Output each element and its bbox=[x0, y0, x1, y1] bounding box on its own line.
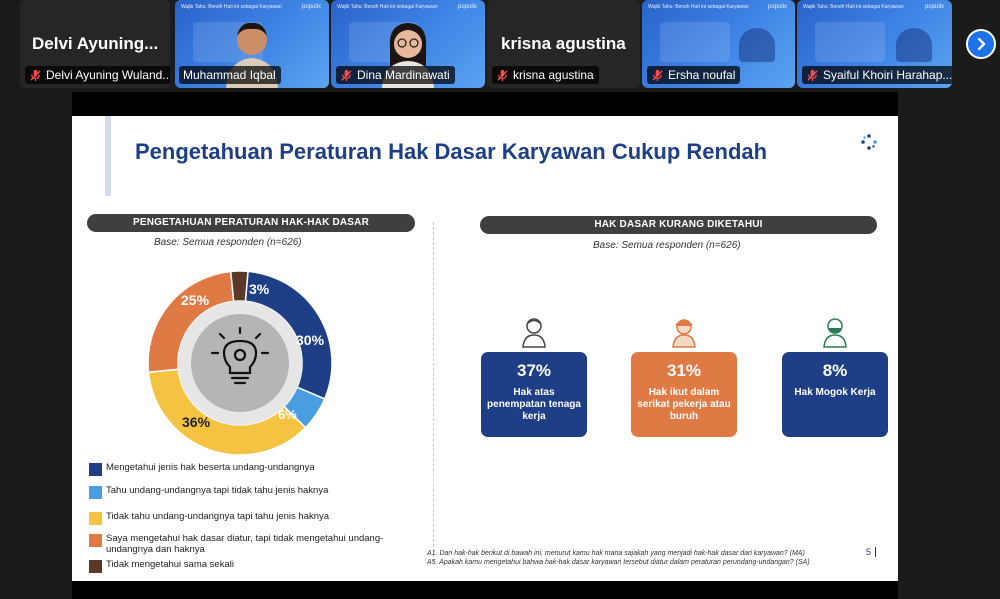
mic-muted-icon bbox=[807, 69, 818, 81]
legend-item: Mengetahui jenis hak beserta undang-unda… bbox=[89, 462, 315, 476]
participant-label-text: krisna agustina bbox=[513, 68, 594, 82]
legend-label: Mengetahui jenis hak beserta undang-unda… bbox=[106, 462, 315, 473]
thumb-decoration bbox=[739, 28, 775, 62]
participant-tile-4[interactable]: Wajib Tahu: Bersih Hati ini sebagai Kary… bbox=[642, 0, 795, 88]
legend-swatch bbox=[89, 486, 102, 499]
slice-label-tahu-uu: 6% bbox=[278, 407, 297, 422]
participant-label-text: Dina Mardinawati bbox=[357, 68, 450, 82]
participant-label: Delvi Ayuning Wuland... bbox=[25, 66, 170, 84]
thumb-header: Wajib Tahu: Bersih Hati ini sebagai Kary… bbox=[337, 4, 438, 10]
participant-tile-1[interactable]: Wajib Tahu: Bersih Hati ini sebagai Kary… bbox=[175, 0, 329, 88]
legend-item: Saya mengetahui hak dasar diatur, tapi t… bbox=[89, 533, 389, 555]
stat-card: 8% Hak Mogok Kerja bbox=[782, 352, 888, 437]
stat-card-label: Hak ikut dalam serikat pekerja atau buru… bbox=[637, 387, 731, 422]
participant-label-text: Muhammad Iqbal bbox=[183, 68, 276, 82]
legend-item: Tahu undang-undangnya tapi tidak tahu je… bbox=[89, 485, 328, 499]
base-note-right: Base: Semua responden (n=626) bbox=[593, 240, 741, 251]
thumb-brand: populix bbox=[767, 4, 787, 10]
person-worker-icon bbox=[672, 319, 696, 348]
person-icon bbox=[522, 318, 546, 348]
slice-label-tidak-tahu-uu: 36% bbox=[182, 414, 211, 430]
stat-card: 31% Hak ikut dalam serikat pekerja atau … bbox=[631, 352, 737, 437]
participant-label-text: Syaiful Khoiri Harahap... bbox=[823, 68, 952, 82]
stat-card-value: 37% bbox=[516, 361, 552, 380]
thumb-header: Wajib Tahu: Bersih Hati ini sebagai Kary… bbox=[648, 4, 749, 10]
participant-tile-5[interactable]: Wajib Tahu: Bersih Hati ini sebagai Kary… bbox=[797, 0, 952, 88]
stat-card-value: 31% bbox=[666, 361, 702, 380]
base-note-left: Base: Semua responden (n=626) bbox=[154, 237, 302, 248]
thumb-brand: populix bbox=[457, 4, 477, 10]
populix-logo-icon bbox=[861, 134, 877, 150]
page-number: 5 bbox=[866, 547, 877, 557]
thumb-decoration bbox=[896, 28, 932, 62]
slice-label-tahu-diatur: 25% bbox=[181, 292, 210, 308]
legend-item: Tidak mengetahui sama sekali bbox=[89, 559, 234, 573]
participant-name: krisna agustina bbox=[501, 34, 626, 53]
mic-muted-icon bbox=[652, 69, 663, 81]
mic-muted-icon bbox=[341, 69, 352, 81]
left-section-pill: PENGETAHUAN PERATURAN HAK-HAK DASAR bbox=[87, 214, 415, 232]
slide-accent-bar bbox=[105, 116, 111, 196]
legend-swatch bbox=[89, 534, 102, 547]
participant-label: Muhammad Iqbal bbox=[179, 66, 281, 84]
donut-chart bbox=[147, 270, 333, 456]
participant-label: Ersha noufal bbox=[647, 66, 741, 84]
stat-card-value: 8% bbox=[822, 361, 848, 380]
next-participants-button[interactable] bbox=[966, 29, 996, 59]
slice-label-tidak-sama-sekali: 3% bbox=[249, 281, 270, 297]
slide-title: Pengetahuan Peraturan Hak Dasar Karyawan… bbox=[135, 139, 768, 164]
stat-card-label: Hak Mogok Kerja bbox=[794, 387, 876, 398]
stat-card: 37% Hak atas penempatan tenaga kerja bbox=[481, 352, 587, 437]
participant-label: Syaiful Khoiri Harahap... bbox=[802, 66, 952, 84]
footnote-line: A5. Apakah kamu mengetahui bahwa hak-hak… bbox=[427, 558, 810, 566]
slice-label-mengetahui: 30% bbox=[296, 332, 325, 348]
legend-swatch bbox=[89, 512, 102, 525]
legend-swatch bbox=[89, 560, 102, 573]
legend-item: Tidak tahu undang-undangnya tapi tahu je… bbox=[89, 511, 329, 525]
thumb-header: Wajib Tahu: Bersih Hati ini sebagai Kary… bbox=[803, 4, 904, 10]
footnote-line: A1. Dari hak-hak berikut di bawah ini, m… bbox=[427, 550, 805, 557]
legend-label: Tahu undang-undangnya tapi tidak tahu je… bbox=[106, 485, 329, 496]
participant-tile-2[interactable]: Wajib Tahu: Bersih Hati ini sebagai Kary… bbox=[331, 0, 485, 88]
participant-label-text: Delvi Ayuning Wuland... bbox=[46, 68, 170, 82]
participant-label-text: Ersha noufal bbox=[668, 68, 736, 82]
mic-muted-icon bbox=[497, 69, 508, 81]
legend-label: Tidak tahu undang-undangnya tapi tahu je… bbox=[106, 511, 330, 522]
thumb-brand: populix bbox=[301, 4, 321, 10]
right-section-pill: HAK DASAR KURANG DIKETAHUI bbox=[480, 216, 877, 234]
thumb-decoration bbox=[660, 22, 730, 62]
legend-label: Tidak mengetahui sama sekali bbox=[106, 559, 234, 570]
chevron-right-icon bbox=[977, 37, 986, 51]
participant-name: Delvi Ayuning... bbox=[32, 34, 159, 53]
person-mask-icon bbox=[823, 318, 847, 348]
mic-muted-icon bbox=[30, 69, 41, 81]
stat-card-label: Hak atas penempatan tenaga kerja bbox=[487, 387, 581, 422]
thumb-brand: populix bbox=[924, 4, 944, 10]
participant-tile-3[interactable]: krisna agustina krisna agustina bbox=[487, 0, 640, 88]
footnote: A1. Dari hak-hak berikut di bawah ini, m… bbox=[427, 550, 857, 567]
thumb-decoration bbox=[815, 22, 885, 62]
section-divider bbox=[433, 222, 434, 562]
participant-label: Dina Mardinawati bbox=[336, 66, 455, 84]
legend-swatch bbox=[89, 463, 102, 476]
donut-slice-tidak-sama-sekali bbox=[229, 270, 249, 303]
thumb-header: Wajib Tahu: Bersih Hati ini sebagai Kary… bbox=[181, 4, 282, 10]
participant-tile-0[interactable]: Delvi Ayuning... Delvi Ayuning Wuland... bbox=[20, 0, 170, 88]
presentation-slide: Pengetahuan Peraturan Hak Dasar Karyawan… bbox=[72, 116, 898, 581]
participant-label: krisna agustina bbox=[492, 66, 599, 84]
legend-label: Saya mengetahui hak dasar diatur, tapi t… bbox=[106, 533, 384, 555]
